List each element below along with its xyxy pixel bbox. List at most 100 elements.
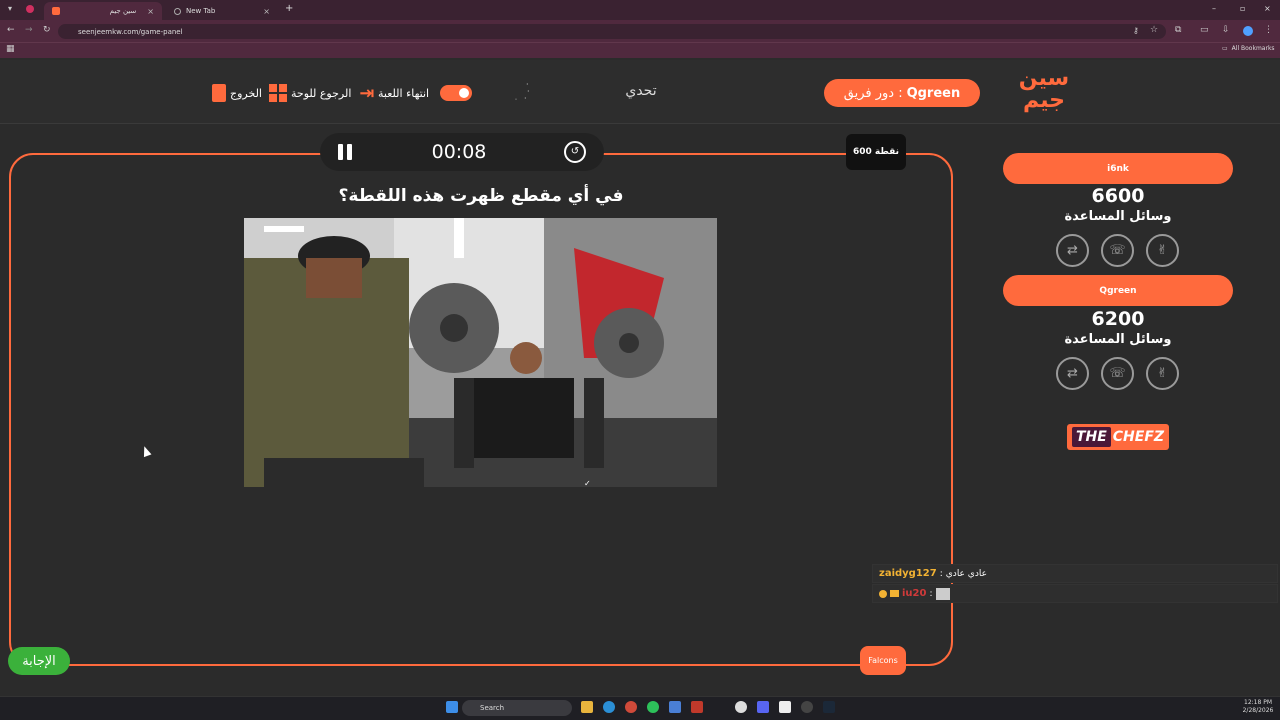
points-badge: 600 نقطة [846,134,906,170]
chrome-icon[interactable] [625,701,637,713]
sponsor-logo[interactable]: THE CHEFZ [1067,424,1169,450]
start-menu-icon[interactable] [446,701,458,713]
profile-icon[interactable] [26,5,34,13]
reset-timer-icon[interactable]: ↺ [564,141,586,163]
exit-door-icon [212,84,226,102]
aid-peace-hand-icon[interactable]: ✌ [1146,357,1179,390]
pause-icon[interactable] [335,142,355,162]
aid-double-answer-icon[interactable]: ⇄ [1056,357,1089,390]
taskbar-clock[interactable]: 12:18 PM 2/28/2026 [1240,699,1276,715]
site-favicon-icon [52,7,60,15]
minimize-button[interactable]: – [1212,4,1216,13]
obs-icon[interactable] [735,701,747,713]
aids-label: وسائل المساعدة [1064,209,1172,224]
badge-icon [879,589,887,598]
aids-label: وسائل المساعدة [1064,332,1172,347]
tab-seenjeem[interactable]: سين جيم × [44,2,162,20]
spotify-icon[interactable] [647,701,659,713]
tab-new-tab[interactable]: New Tab × [166,2,278,20]
team-score: 6200 [1091,308,1145,330]
crown-icon [890,590,899,597]
tab-label: سين جيم [109,7,137,15]
file-explorer-icon[interactable] [581,701,593,713]
tab-label: New Tab [186,7,216,15]
maximize-button[interactable]: ▫ [1240,4,1245,13]
back-to-board-label: الرجوع للوحة [291,86,352,100]
bookmarks-bar [0,42,1280,58]
chat-separator: : [939,568,943,579]
end-game-toggle[interactable] [440,85,472,101]
turn-team-name: Qgreen [906,85,961,101]
aid-peace-hand-icon[interactable]: ✌ [1146,234,1179,267]
team-score: 6600 [1091,185,1145,207]
all-bookmarks-label: All Bookmarks [1231,45,1275,52]
sponsor-part1: THE [1071,427,1111,447]
url-text: seenjeemkw.com/game-panel [78,27,183,36]
timer-display: 00:08 [431,141,487,163]
end-game-button[interactable]: انتهاء اللعبة [378,84,429,102]
team-name-pill[interactable]: i6nk [1003,153,1233,184]
tab-search-icon[interactable]: ▾ [8,4,12,13]
loading-spinner-icon: · · · ˙ [514,80,530,107]
app-icon[interactable] [691,701,703,713]
app-icon[interactable] [669,701,681,713]
sponsor-part2: CHEFZ [1112,429,1165,445]
end-game-label: انتهاء اللعبة [378,86,430,100]
arrow-return-icon: ⇥ [359,82,375,104]
app-icon[interactable] [779,701,791,713]
team-name-pill[interactable]: Qgreen [1003,275,1233,306]
taskbar [0,696,1280,720]
chat-text: عادي عادي [945,568,987,579]
back-to-board-button[interactable]: الرجوع للوحة ⇥ [269,82,375,104]
extensions-icon[interactable]: ⧉ [1175,25,1181,35]
aid-double-answer-icon[interactable]: ⇄ [1056,234,1089,267]
clock-time: 12:18 PM [1244,699,1272,706]
exit-label: الخروج [230,86,262,100]
taskbar-search[interactable]: Search [462,700,572,716]
avatar[interactable] [1243,26,1253,36]
question-text: في أي مقطع ظهرت هذه اللقطة؟ [338,186,624,206]
steam-icon[interactable] [823,701,835,713]
team-turn-badge: دور فريق : Qgreen [824,79,980,107]
reading-list-icon[interactable]: ▭ [1200,25,1209,35]
download-icon[interactable]: ⇩ [1222,25,1230,35]
all-bookmarks[interactable]: ▭ All Bookmarks [1222,45,1275,52]
logo[interactable]: سين جيم [1016,68,1072,118]
back-icon[interactable]: ← [7,25,15,35]
close-tab-icon[interactable]: × [147,7,154,16]
chat-message: zaidyg127 : عادي عادي [872,564,1278,583]
gym-scene-image: ✓ [244,218,717,487]
answer-button[interactable]: الإجابة [8,647,70,675]
question-image: ✓ [244,218,717,487]
folder-icon: ▭ [1222,45,1228,52]
edge-browser-icon[interactable] [603,701,615,713]
exit-button[interactable]: الخروج [212,84,262,102]
url-field[interactable]: seenjeemkw.com/game-panel [58,24,1166,39]
emote-icon [935,587,950,600]
chat-message: iu20 : [872,584,1278,603]
app-icon[interactable] [801,701,813,713]
password-key-icon[interactable]: ⚷ [1133,26,1139,35]
globe-icon [174,7,181,15]
chat-username: iu20 [902,588,927,599]
grid-icon [269,84,287,102]
forward-icon[interactable]: → [25,25,33,35]
bookmark-star-icon[interactable]: ☆ [1150,25,1158,35]
menu-icon[interactable]: ⋮ [1264,25,1273,35]
image-check-mark: ✓ [584,479,591,487]
new-tab-button[interactable]: + [285,3,293,14]
aid-phone-icon[interactable]: ☏ [1101,234,1134,267]
discord-icon[interactable] [757,701,769,713]
close-window-button[interactable]: × [1264,4,1271,13]
chat-separator: : [929,588,933,599]
apps-grid-icon[interactable]: ▦ [6,44,15,54]
chat-username: zaidyg127 [879,568,937,579]
reload-icon[interactable]: ↻ [43,25,51,35]
aid-phone-icon[interactable]: ☏ [1101,357,1134,390]
turn-label: دور فريق : [843,85,903,101]
current-team-badge[interactable]: Falcons [860,646,906,675]
close-tab-icon[interactable]: × [263,7,270,16]
category-title: تحدي [625,83,657,99]
clock-date: 2/28/2026 [1242,707,1274,714]
taskbar-search-label: Search [480,704,505,712]
